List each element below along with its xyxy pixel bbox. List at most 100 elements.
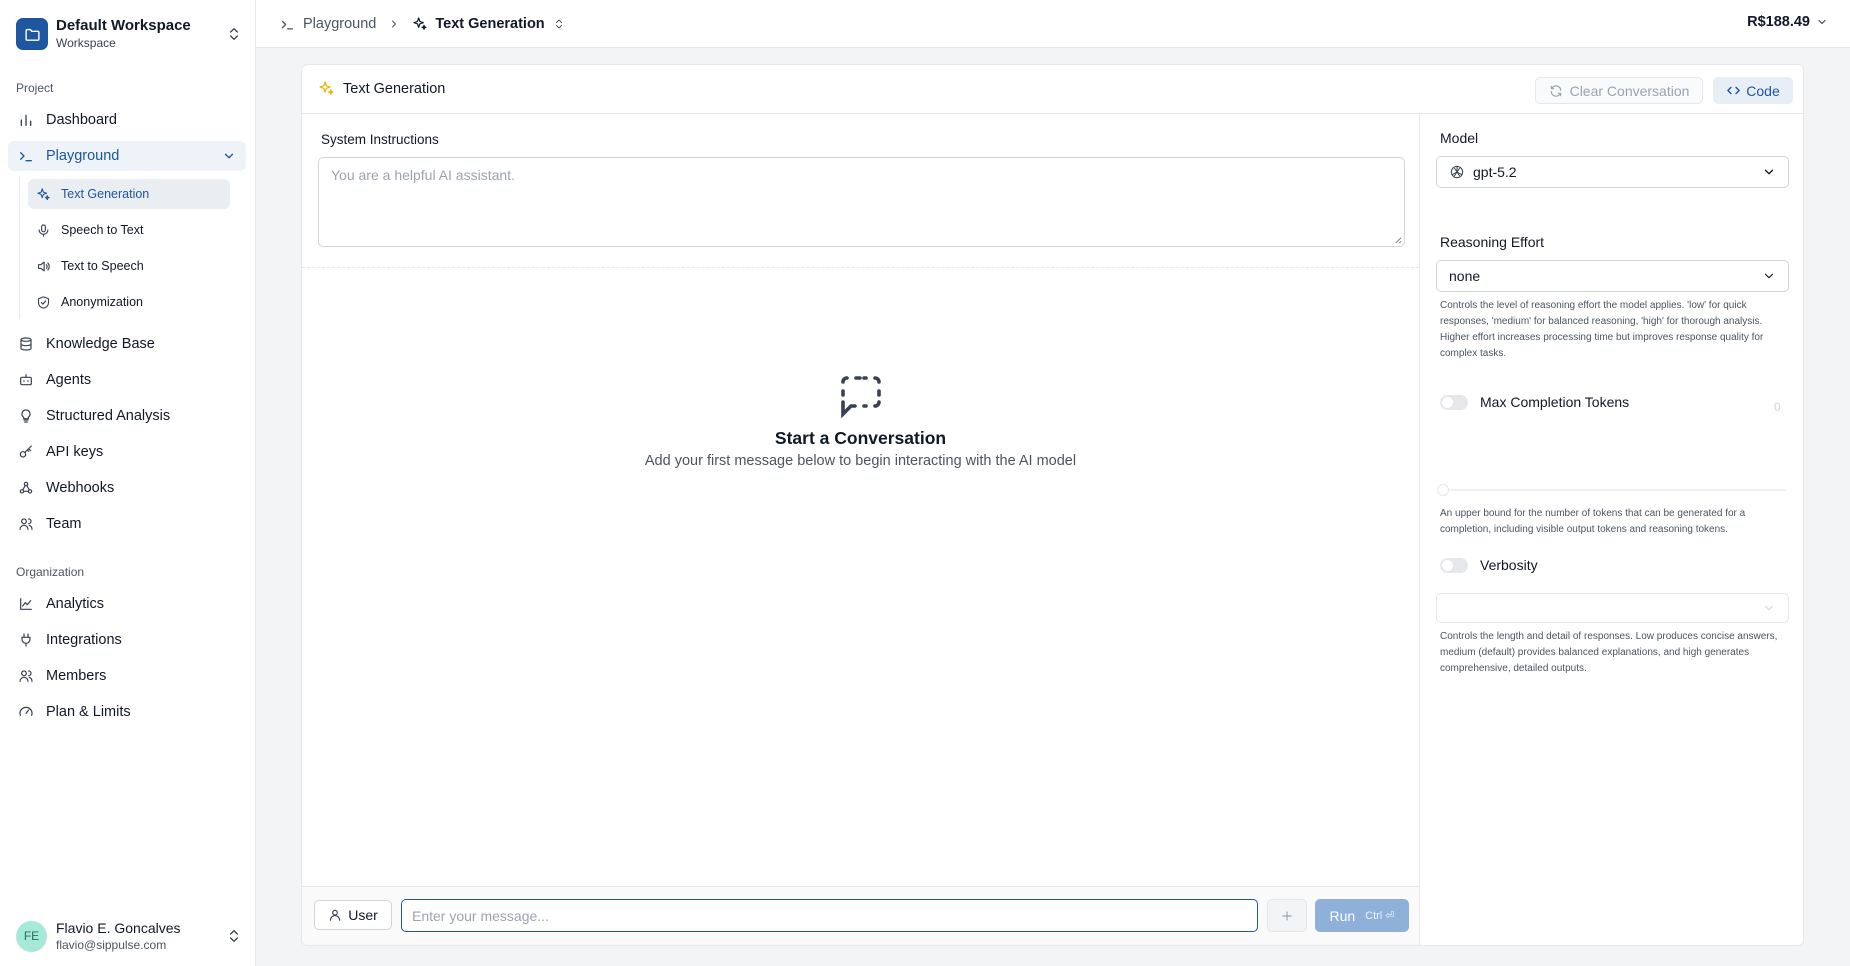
- sparkles-icon: [413, 17, 427, 30]
- chevron-down-icon: [1764, 273, 1774, 279]
- message-input[interactable]: [401, 899, 1258, 932]
- refresh-icon: [1550, 84, 1561, 97]
- sidebar-item-label: Team: [46, 516, 82, 532]
- sidebar-item-structured-analysis[interactable]: Structured Analysis: [8, 401, 246, 431]
- sidebar-item-label: Integrations: [46, 632, 122, 648]
- system-instructions-input[interactable]: You are a helpful AI assistant.: [318, 157, 1405, 247]
- reasoning-effort-help: Controls the level of reasoning effort t…: [1440, 300, 1764, 359]
- sidebar-subitem-label: Text Generation: [61, 187, 150, 201]
- code-icon: [1727, 86, 1741, 95]
- empty-state-subtitle: Add your first message below to begin in…: [644, 453, 1077, 469]
- system-instructions-label: System Instructions: [321, 132, 439, 147]
- empty-state-title: Start a Conversation: [774, 428, 947, 448]
- breadcrumb-playground[interactable]: Playground: [303, 16, 376, 32]
- chevron-up-down-icon: [230, 28, 238, 40]
- plus-icon: [1282, 910, 1292, 921]
- breadcrumb: Playground Text Generation: [280, 14, 565, 34]
- code-label: Code: [1746, 82, 1780, 99]
- sidebar-item-label: Plan & Limits: [46, 704, 131, 720]
- user-menu[interactable]: FE Flavio E. Goncalves flavio@sippulse.c…: [16, 918, 242, 954]
- reasoning-effort-select[interactable]: none: [1436, 260, 1789, 292]
- sidebar-item-agents[interactable]: Agents: [8, 365, 246, 395]
- playground-panel: Text Generation Clear Conversation Code …: [301, 64, 1804, 946]
- sidebar-subitem-text-generation[interactable]: Text Generation: [28, 179, 230, 209]
- microphone-icon: [38, 223, 49, 237]
- sidebar-item-members[interactable]: Members: [8, 661, 246, 691]
- run-button[interactable]: Run Ctrl ⏎: [1315, 899, 1409, 932]
- sidebar-item-label: Dashboard: [46, 112, 117, 128]
- max-tokens-slider-thumb[interactable]: [1437, 484, 1449, 496]
- key-icon: [19, 445, 32, 458]
- database-icon: [20, 337, 32, 351]
- sidebar-subitem-label: Speech to Text: [61, 223, 144, 237]
- settings-panel: Model gpt-5.2 Reasoning Effort none Cont…: [1420, 114, 1803, 945]
- sidebar-subitem-anonymization[interactable]: Anonymization: [28, 287, 230, 317]
- topbar: Playground Text Generation R$188.49: [256, 0, 1850, 48]
- workspace-switcher[interactable]: Default Workspace Workspace: [16, 14, 242, 54]
- verbosity-select[interactable]: [1436, 593, 1789, 623]
- sidebar-item-label: Analytics: [46, 596, 105, 612]
- sidebar-item-label: API keys: [46, 444, 104, 460]
- max-tokens-help: An upper bound for the number of tokens …: [1440, 508, 1746, 535]
- chevron-down-icon: [1764, 605, 1774, 611]
- clear-conversation-button[interactable]: Clear Conversation: [1535, 77, 1703, 104]
- sidebar-item-label: Members: [46, 668, 107, 684]
- sidebar-subitem-text-to-speech[interactable]: Text to Speech: [28, 251, 230, 281]
- terminal-icon: [281, 20, 294, 29]
- sidebar-item-api-keys[interactable]: API keys: [8, 437, 246, 467]
- sidebar-item-label: Agents: [46, 372, 92, 388]
- verbosity-toggle[interactable]: [1440, 557, 1468, 573]
- sidebar-item-dashboard[interactable]: Dashboard: [8, 105, 246, 135]
- sidebar-subitem-label: Anonymization: [61, 295, 143, 309]
- role-select-button[interactable]: User: [314, 900, 392, 930]
- chevron-up-down-icon[interactable]: [553, 18, 565, 30]
- sidebar-item-plan-limits[interactable]: Plan & Limits: [8, 697, 246, 727]
- chevron-up-down-icon: [230, 930, 238, 942]
- user-icon: [329, 909, 341, 921]
- max-tokens-toggle[interactable]: [1440, 394, 1468, 410]
- add-message-button[interactable]: [1267, 899, 1307, 932]
- model-select[interactable]: gpt-5.2: [1436, 156, 1789, 188]
- user-email: flavio@sippulse.com: [56, 937, 167, 952]
- clear-conversation-label: Clear Conversation: [1569, 82, 1690, 99]
- sidebar-item-team[interactable]: Team: [8, 509, 246, 539]
- model-value: gpt-5.2: [1473, 164, 1517, 180]
- avatar: FE: [16, 920, 47, 952]
- breadcrumb-current[interactable]: Text Generation: [435, 16, 544, 32]
- users-icon: [19, 670, 33, 682]
- resize-handle-icon[interactable]: [1393, 235, 1402, 244]
- balance-menu[interactable]: R$188.49: [1747, 14, 1828, 30]
- sidebar-subitem-speech-to-text[interactable]: Speech to Text: [28, 215, 230, 245]
- run-label: Run: [1329, 907, 1356, 924]
- gauge-icon: [19, 706, 33, 716]
- user-name: Flavio E. Goncalves: [56, 919, 181, 936]
- sidebar-item-knowledge-base[interactable]: Knowledge Base: [8, 329, 246, 359]
- workspace-subtitle: Workspace: [56, 36, 116, 50]
- sidebar-item-analytics[interactable]: Analytics: [8, 589, 246, 619]
- openai-icon: [1450, 165, 1464, 179]
- reasoning-effort-label: Reasoning Effort: [1440, 234, 1545, 250]
- bar-chart-icon: [20, 114, 32, 126]
- chevron-down-icon: [1764, 169, 1774, 175]
- sparkles-icon: [319, 81, 334, 95]
- conversation-area: System Instructions You are a helpful AI…: [302, 114, 1420, 945]
- max-tokens-slider-track[interactable]: [1440, 489, 1786, 491]
- verbosity-row: Verbosity: [1440, 557, 1538, 573]
- sidebar-subitem-label: Text to Speech: [61, 259, 144, 273]
- max-tokens-value: 0: [1774, 400, 1781, 414]
- sidebar: Default Workspace Workspace Project Dash…: [0, 0, 256, 966]
- folder-icon: [16, 18, 48, 50]
- role-label: User: [348, 907, 378, 923]
- verbosity-help: Controls the length and detail of respon…: [1440, 631, 1778, 674]
- code-button[interactable]: Code: [1713, 77, 1793, 104]
- sidebar-item-webhooks[interactable]: Webhooks: [8, 473, 246, 503]
- sidebar-item-integrations[interactable]: Integrations: [8, 625, 246, 655]
- system-instructions-placeholder: You are a helpful AI assistant.: [331, 167, 515, 183]
- sidebar-item-playground[interactable]: Playground: [8, 141, 246, 171]
- max-tokens-row: Max Completion Tokens: [1440, 394, 1629, 410]
- line-chart-icon: [20, 598, 32, 610]
- webhook-icon: [19, 481, 33, 494]
- verbosity-label: Verbosity: [1480, 557, 1538, 573]
- run-shortcut: Ctrl ⏎: [1365, 910, 1395, 922]
- sidebar-item-label: Playground: [46, 148, 120, 164]
